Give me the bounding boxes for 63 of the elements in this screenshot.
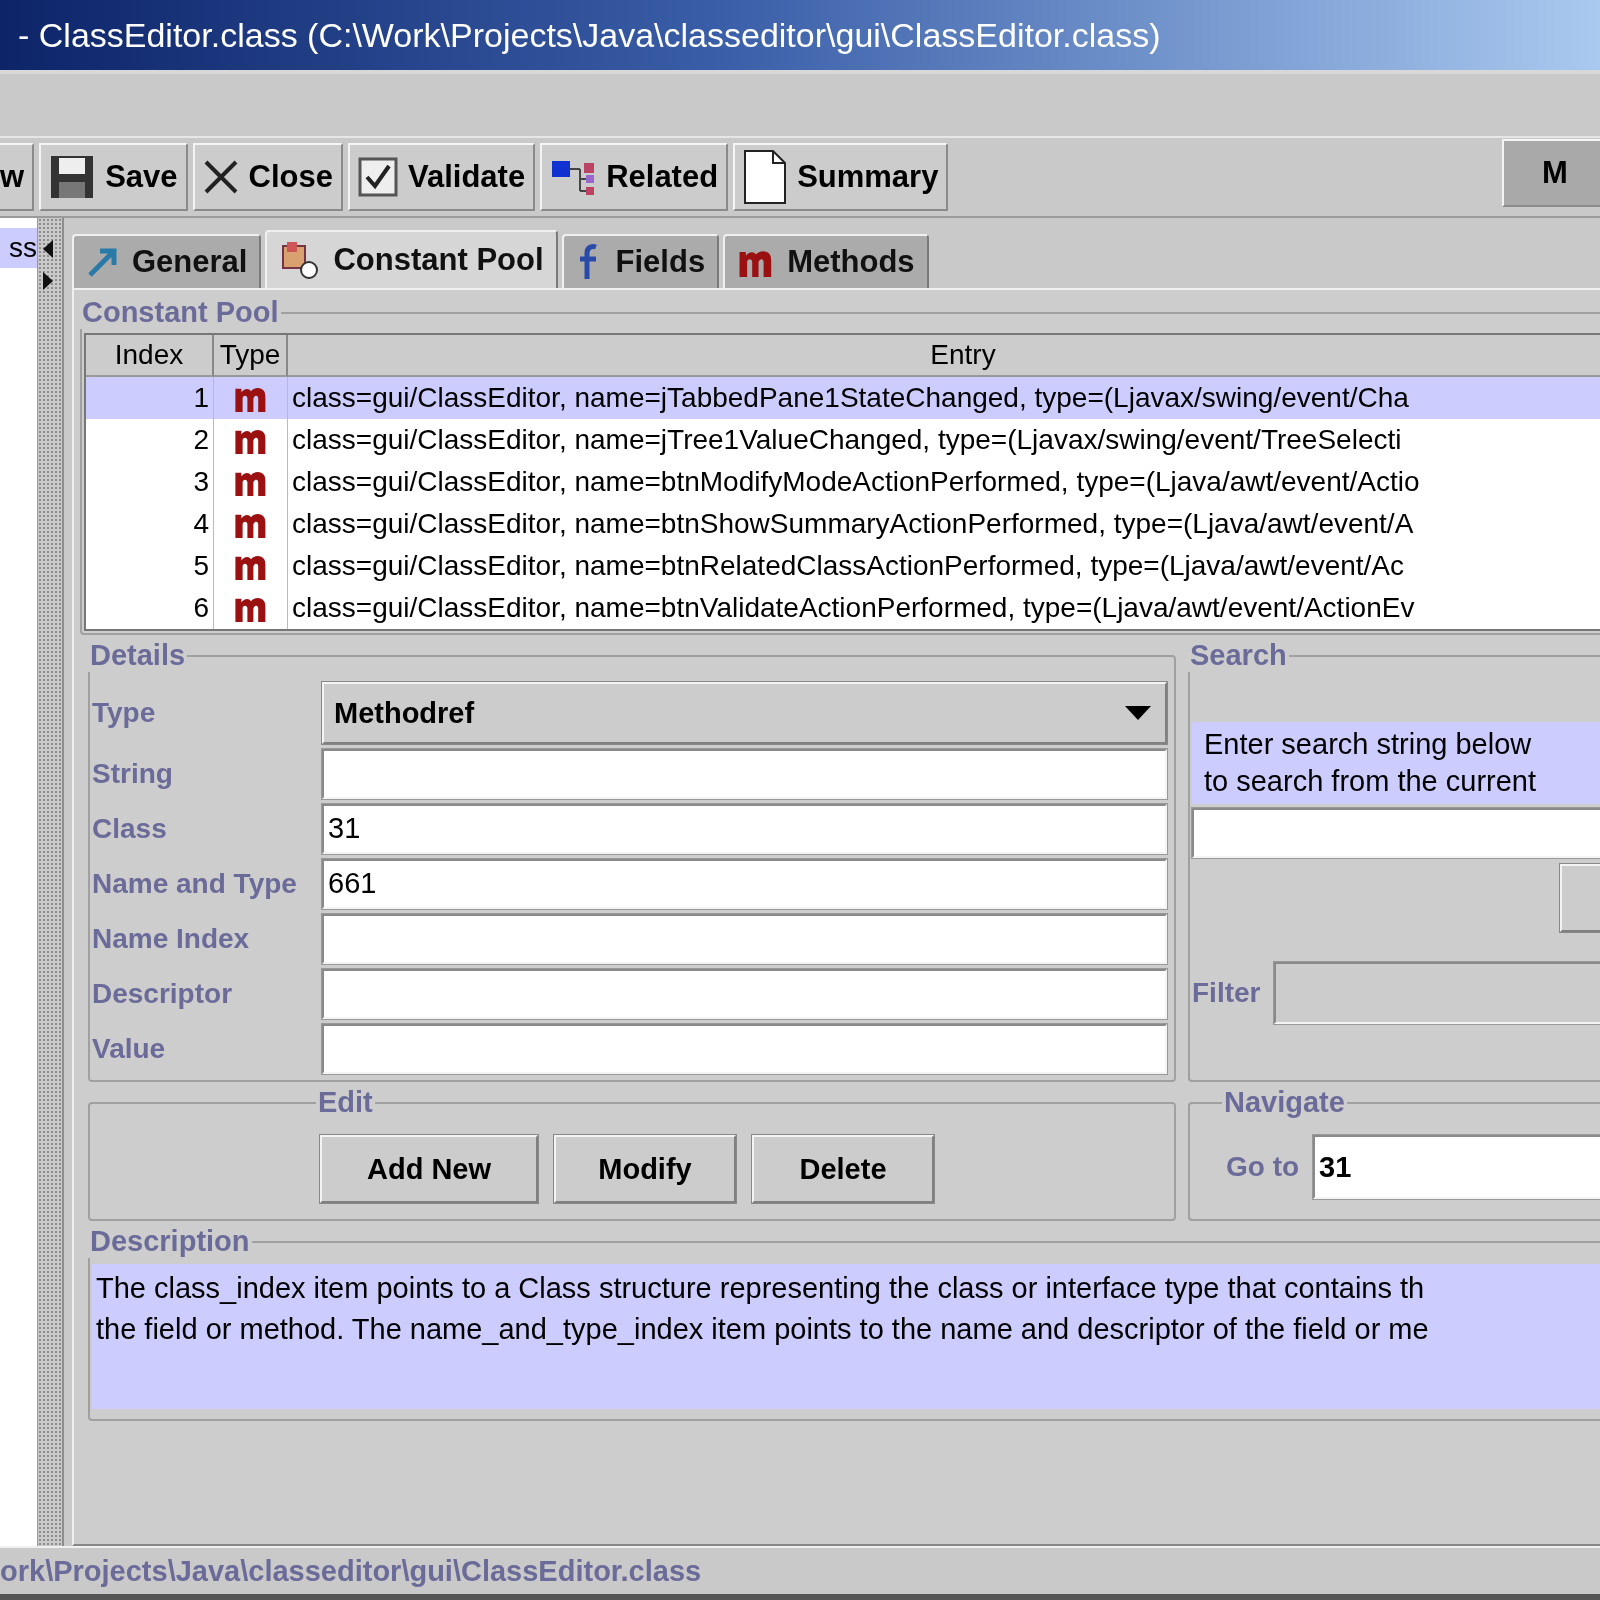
input-field[interactable] [322, 968, 1167, 1019]
field-label: Filter [1192, 977, 1261, 1009]
tab[interactable]: Constant Pool [265, 230, 558, 288]
field-label: Class [92, 812, 168, 845]
toolbar-button[interactable]: w [0, 143, 35, 211]
input-field[interactable] [322, 1023, 1167, 1074]
close-icon [202, 159, 239, 195]
tab[interactable]: Methods [723, 234, 929, 288]
table-cell-text: class=gui/ClassEditor, name=jTree1ValueChanged, type=(Ljavax/swing/event/TreeSelecti [291, 423, 1403, 457]
description-text: The class_index item points to a Class structure representing the class or interface type that contains th [96, 1272, 1426, 1305]
dropdown-arrow-icon [1125, 706, 1151, 720]
hint-text: Enter search string below [1204, 728, 1533, 761]
field-label: String [92, 757, 174, 790]
window-title: - ClassEditor.class (C:\Work\Projects\Java\classeditor\gui\ClassEditor.class) [18, 15, 1161, 55]
table-cell-text: class=gui/ClassEditor, name=jTabbedPane1StateChanged, type=(Ljavax/swing/event/Cha [291, 381, 1410, 415]
group-title: Constant Pool [81, 296, 280, 329]
input-field[interactable] [322, 748, 1167, 799]
input-field[interactable]: 31 [322, 803, 1167, 854]
toolbar-button[interactable]: Validate [347, 143, 536, 211]
field-label: Descriptor [92, 977, 234, 1010]
status-text: ork\Projects\Java\classeditor\gui\ClassEditor.class [0, 1554, 702, 1588]
group-title: Search [1189, 639, 1288, 672]
toolbar-button[interactable]: Related [540, 143, 729, 211]
table-cell-text: class=gui/ClassEditor, name=btnRelatedClassActionPerformed, type=(Ljava/awt/event/Ac [291, 549, 1405, 583]
table-cell: 6 [86, 587, 214, 629]
table-cell-text: class=gui/ClassEditor, name=btnModifyModeActionPerformed, type=(Ljava/awt/event/Actio [291, 465, 1421, 499]
group-title: Description [89, 1225, 251, 1258]
collapse-left-icon [41, 238, 55, 260]
filter-field[interactable] [1274, 962, 1600, 1024]
edit-button[interactable]: Delete [752, 1135, 934, 1203]
search-field[interactable] [1192, 808, 1600, 858]
group-title: Edit [317, 1086, 374, 1119]
checkbox-icon [357, 157, 398, 197]
field-label: Name and Type [92, 867, 298, 900]
input-field[interactable] [322, 913, 1167, 964]
expand-right-icon [41, 270, 55, 292]
toolbar-button[interactable]: Close [192, 143, 343, 211]
field-label: Value [92, 1032, 167, 1065]
group-title: Navigate [1223, 1086, 1346, 1119]
field-label: Type [92, 697, 157, 729]
tree-item[interactable]: ss [0, 228, 37, 268]
type-dropdown[interactable]: Methodref [322, 682, 1167, 744]
group-title: Details [89, 639, 187, 672]
column-header[interactable]: Type [214, 335, 288, 377]
go-to-field[interactable]: 31 [1313, 1135, 1600, 1199]
description-text: the field or method. The name_and_type_index item points to the name and descriptor of the field or me [96, 1313, 1430, 1346]
column-header[interactable]: Index [86, 335, 214, 377]
toolbar-button[interactable]: M [1502, 139, 1600, 207]
edit-button[interactable]: Modify [554, 1135, 736, 1203]
toolbar-button[interactable]: Save [39, 143, 188, 211]
document-icon [743, 149, 788, 205]
table-row[interactable]: 1 class=gui/ClassEditor, name=jTabbedPane1StateChanged, type=(Ljavax/swing/event/Cha [86, 377, 1600, 419]
input-field[interactable]: 661 [322, 858, 1167, 909]
hint-text: to search from the current [1204, 765, 1538, 798]
tab[interactable]: General [72, 234, 262, 288]
field-label: Name Index [92, 922, 251, 955]
table-cell-text: class=gui/ClassEditor, name=btnShowSummaryActionPerformed, type=(Ljava/awt/event/A [291, 507, 1415, 541]
field-label: Go to [1226, 1151, 1300, 1183]
table-cell-text: class=gui/ClassEditor, name=btnValidateActionPerformed, type=(Ljava/awt/event/ActionEv [291, 591, 1416, 625]
column-header[interactable]: Entry [288, 335, 1600, 377]
toolbar-button[interactable]: Summary [733, 143, 949, 211]
tab[interactable]: Fields [561, 234, 720, 288]
edit-button[interactable]: Add New [320, 1135, 538, 1203]
